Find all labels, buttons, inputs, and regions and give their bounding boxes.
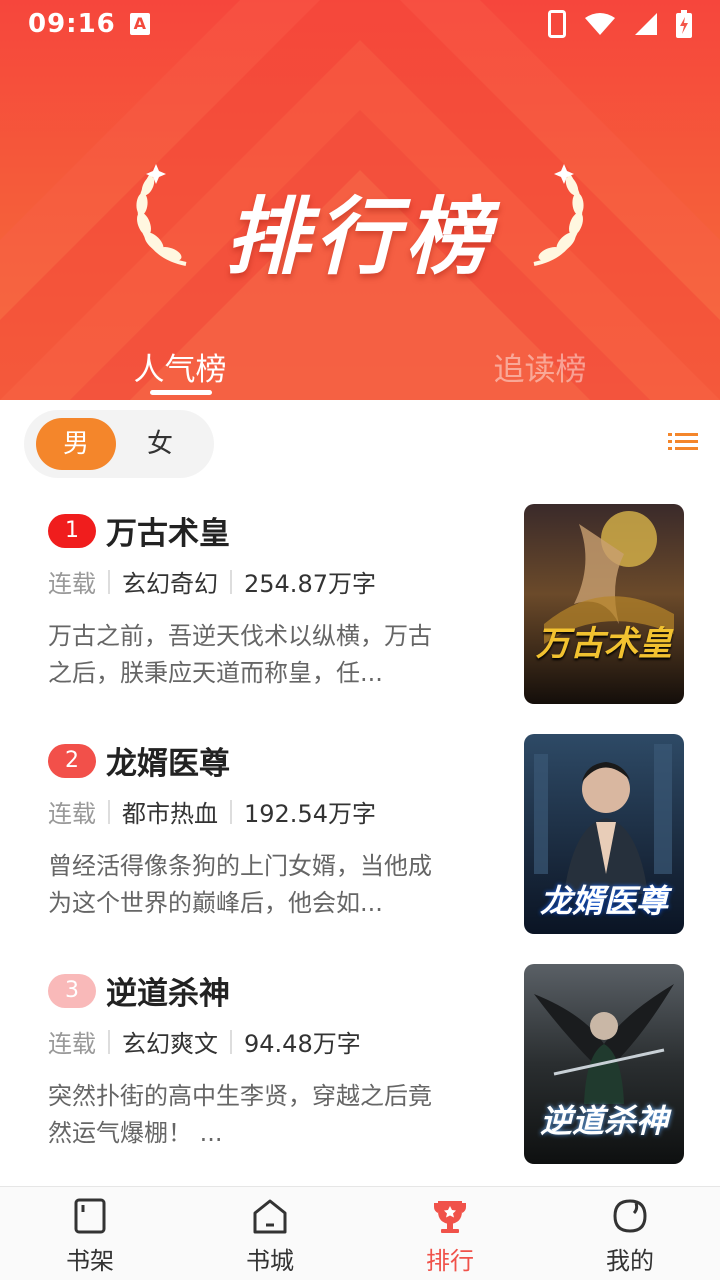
tab-follow-reading[interactable]: 追读榜 <box>440 344 640 389</box>
meta-divider <box>108 569 110 594</box>
book-cover-title: 龙婿医尊 <box>539 882 668 920</box>
trophy-icon <box>434 1201 466 1233</box>
wifi-icon <box>585 13 615 35</box>
nav-label: 书架 <box>66 1247 114 1275</box>
book-title: 万古术皇 <box>106 516 230 552</box>
book-cover-title: 逆道杀神 <box>539 1102 668 1140</box>
meta-divider <box>230 799 232 824</box>
notification-badge: A <box>129 13 150 35</box>
book-genre: 都市热血 <box>122 800 218 828</box>
signal-icon <box>635 13 657 35</box>
rank-badge: 1 <box>48 514 96 548</box>
book-description: 突然扑街的高中生李贤，穿越之后竟然运气爆棚！ ... <box>48 1082 432 1147</box>
book-meta: 连载 玄幻爽文 94.48万字 <box>48 1024 361 1059</box>
book-description: 万古之前，吾逆天伐术以纵横，万古之后，朕秉应天道而称皇，任... <box>48 622 432 687</box>
nav-label: 我的 <box>606 1247 654 1275</box>
book-meta: 连载 都市热血 192.54万字 <box>48 794 376 829</box>
book-status: 连载 <box>48 570 96 598</box>
book-description: 曾经活得像条狗的上门女婿，当他成为这个世界的巅峰后，他会如... <box>48 852 432 917</box>
book-item[interactable]: 1 万古术皇 连载 玄幻奇幻 254.87万字 万古之前，吾逆天伐术以纵横，万古… <box>0 500 720 704</box>
bookshelf-icon <box>74 1198 106 1234</box>
battery-icon <box>676 10 692 38</box>
meta-divider <box>230 1029 232 1054</box>
phone-icon <box>548 10 566 38</box>
category-list-icon[interactable] <box>668 430 698 454</box>
nav-ranking[interactable]: 排行 <box>390 1187 510 1280</box>
nav-profile[interactable]: 我的 <box>570 1187 690 1280</box>
book-status: 连载 <box>48 1030 96 1058</box>
book-genre: 玄幻奇幻 <box>122 570 218 598</box>
book-item[interactable]: 2 龙婿医尊 连载 都市热血 192.54万字 曾经活得像条狗的上门女婿，当他成… <box>0 730 720 934</box>
meta-divider <box>108 1029 110 1054</box>
ranking-tabs: 人气榜 追读榜 <box>0 338 720 400</box>
nav-label: 书城 <box>246 1247 294 1275</box>
gender-female-button[interactable]: 女 <box>120 418 200 470</box>
book-cover-image <box>524 504 684 704</box>
book-status: 连载 <box>48 800 96 828</box>
nav-bookshelf[interactable]: 书架 <box>30 1187 150 1280</box>
book-cover[interactable]: 逆道杀神 <box>524 964 684 1164</box>
book-item[interactable]: 3 逆道杀神 连载 玄幻爽文 94.48万字 突然扑街的高中生李贤，穿越之后竟然… <box>0 960 720 1164</box>
book-title: 逆道杀神 <box>106 976 230 1012</box>
nav-label: 排行 <box>426 1247 474 1275</box>
book-word-count: 192.54万字 <box>244 800 376 828</box>
book-meta: 连载 玄幻奇幻 254.87万字 <box>48 564 376 599</box>
gender-toggle: 男 女 <box>24 410 214 478</box>
banner-title: 排行榜 <box>224 188 495 286</box>
gender-male-button[interactable]: 男 <box>36 418 116 470</box>
rank-badge: 3 <box>48 974 96 1008</box>
book-word-count: 254.87万字 <box>244 570 376 598</box>
book-genre: 玄幻爽文 <box>122 1030 218 1058</box>
meta-divider <box>230 569 232 594</box>
bottom-navigation: 书架 书城 排行 我的 <box>0 1186 720 1280</box>
meta-divider <box>108 799 110 824</box>
status-bar: 09:16 A <box>0 0 720 48</box>
book-cover[interactable]: 万古术皇 <box>524 504 684 704</box>
rank-badge: 2 <box>48 744 96 778</box>
bookstore-icon <box>253 1199 287 1234</box>
status-time: 09:16 <box>28 9 116 39</box>
profile-icon <box>613 1199 647 1233</box>
book-title: 龙婿医尊 <box>106 746 230 782</box>
book-cover[interactable]: 龙婿医尊 <box>524 734 684 934</box>
ranking-banner: 09:16 A 排行榜 人气榜 追读榜 <box>0 0 720 400</box>
book-cover-title: 万古术皇 <box>536 624 672 664</box>
book-word-count: 94.48万字 <box>244 1030 361 1058</box>
tab-active-indicator <box>150 390 212 395</box>
nav-bookstore[interactable]: 书城 <box>210 1187 330 1280</box>
tab-popularity[interactable]: 人气榜 <box>80 344 280 389</box>
